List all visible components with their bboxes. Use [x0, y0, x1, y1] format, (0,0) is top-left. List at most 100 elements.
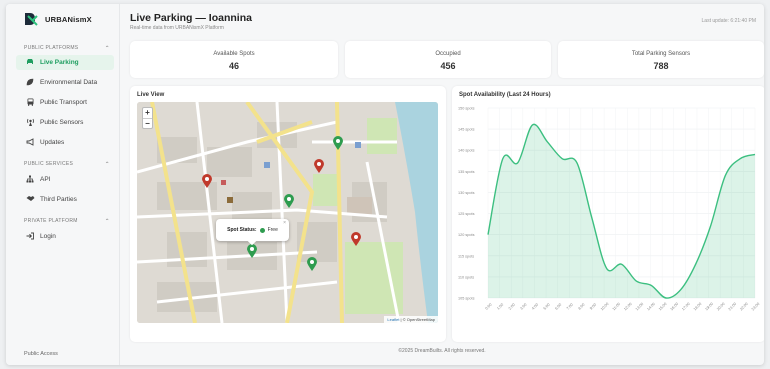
status-dot-icon [259, 227, 265, 233]
map-attribution: Leaflet | © OpenStreetMap [384, 316, 438, 323]
x-tick-label: 9:00 [589, 303, 597, 311]
x-tick-label: 3:00 [520, 303, 528, 311]
x-tick-label: 5:00 [543, 303, 551, 311]
sidebar-item-label: API [40, 176, 51, 183]
map-zoom-control: + − [142, 107, 153, 129]
sidebar-item-login[interactable]: Login [16, 229, 114, 244]
urbanismx-logo-icon [24, 12, 38, 26]
section-title: PUBLIC SERVICES [24, 161, 74, 167]
bus-icon [26, 98, 34, 108]
stat-card-total-sensors: Total Parking Sensors 788 [558, 41, 764, 78]
availability-chart: 150 spots 145 spots 140 spots 135 spots 130 … [458, 107, 761, 312]
y-tick-label: 105 spots [458, 297, 475, 301]
popup-close-button[interactable]: × [283, 220, 286, 226]
sidebar-item-label: Public Sensors [40, 119, 84, 126]
x-tick-label: 6:00 [554, 303, 562, 311]
y-tick-label: 115 spots [458, 254, 474, 258]
stat-card-occupied: Occupied 456 [345, 41, 551, 78]
x-tick-label: 4:00 [531, 303, 539, 311]
x-tick-label: 1:00 [496, 303, 504, 311]
sidebar-item-live-parking[interactable]: Live Parking [16, 55, 114, 70]
parking-marker-free[interactable] [247, 244, 257, 258]
x-tick-label: 20:00 [716, 302, 726, 312]
x-tick-label: 14:00 [646, 302, 656, 312]
y-tick-label: 120 spots [458, 233, 475, 237]
x-tick-label: 11:00 [612, 302, 621, 311]
section-title: PUBLIC PLATFORMS [24, 45, 79, 51]
osm-attribution: | © OpenStreetMap [399, 317, 435, 322]
page-title: Live Parking — Ioannina [130, 12, 252, 24]
parking-marker-occupied[interactable] [351, 232, 361, 246]
main-content: Live Parking — Ioannina Real-time data f… [120, 4, 764, 365]
x-tick-label: 23:00 [751, 302, 761, 312]
sidebar-item-label: Third Parties [40, 196, 77, 203]
sidebar-item-public-transport[interactable]: Public Transport [16, 95, 114, 110]
handshake-icon [26, 195, 35, 204]
stat-card-available: Available Spots 46 [130, 41, 338, 78]
y-tick-label: 140 spots [458, 149, 475, 153]
sitemap-icon [26, 175, 34, 185]
sidebar-item-public-sensors[interactable]: Public Sensors [16, 115, 114, 130]
chevron-up-icon: ⌃ [104, 219, 110, 225]
x-tick-label: 19:00 [704, 302, 714, 312]
x-tick-label: 22:00 [739, 302, 749, 312]
brand-logo[interactable]: URBANismX [24, 12, 92, 26]
app-window: URBANismX PUBLIC PLATFORMS ⌃ Live Parkin… [6, 4, 764, 365]
page-footer: ©2025 DreamBuilts. All rights reserved. [398, 348, 486, 354]
brand-name: URBANismX [45, 14, 92, 24]
sidebar-item-api[interactable]: API [16, 172, 114, 187]
parking-marker-free[interactable] [284, 194, 294, 208]
x-tick-label: 18:00 [693, 302, 703, 312]
leaf-icon [26, 78, 34, 88]
map-tiles [137, 102, 438, 323]
sidebar: URBANismX PUBLIC PLATFORMS ⌃ Live Parkin… [6, 4, 120, 365]
sidebar-item-environmental-data[interactable]: Environmental Data [16, 75, 114, 90]
popup-status-value: Free [267, 227, 278, 233]
x-tick-label: 10:00 [600, 302, 610, 312]
x-tick-label: 15:00 [658, 302, 668, 312]
x-tick-label: 7:00 [566, 303, 574, 311]
zoom-out-button[interactable]: − [143, 118, 152, 128]
last-update-timestamp: Last update: 6:21:40 PM [701, 18, 756, 24]
stat-value: 456 [440, 61, 456, 71]
sidebar-item-label: Updates [40, 139, 65, 146]
availability-chart-card: Spot Availability (Last 24 Hours) 150 sp… [452, 86, 764, 342]
x-tick-label: 13:00 [635, 302, 645, 312]
stat-value: 46 [228, 61, 239, 71]
sidebar-item-label: Public Transport [40, 99, 87, 106]
y-tick-label: 150 spots [458, 107, 475, 111]
section-public-services[interactable]: PUBLIC SERVICES ⌃ [24, 161, 110, 168]
access-level-label: Public Access [24, 351, 58, 357]
parking-marker-occupied[interactable] [202, 174, 212, 188]
login-icon [26, 232, 34, 242]
sidebar-item-label: Live Parking [40, 59, 79, 66]
stat-label: Total Parking Sensors [631, 51, 691, 57]
sidebar-item-third-parties[interactable]: Third Parties [16, 192, 114, 207]
x-tick-label: 8:00 [578, 303, 586, 311]
parking-map[interactable]: + − × Spot Status: Free Leaflet | © Open… [137, 102, 438, 323]
chevron-up-icon: ⌃ [104, 46, 110, 52]
y-tick-label: 135 spots [458, 170, 475, 174]
car-icon [26, 58, 34, 67]
x-tick-label: 21:00 [728, 302, 738, 312]
spot-status-popup: × Spot Status: Free [216, 219, 289, 246]
stat-label: Occupied [435, 51, 461, 57]
parking-marker-occupied[interactable] [314, 159, 324, 173]
y-tick-label: 125 spots [458, 212, 475, 216]
x-tick-label: 16:00 [670, 302, 680, 312]
parking-marker-free[interactable] [307, 257, 317, 271]
sidebar-item-label: Environmental Data [40, 79, 98, 86]
x-tick-label: 0:00 [485, 303, 493, 311]
section-public-platforms[interactable]: PUBLIC PLATFORMS ⌃ [24, 45, 110, 52]
page-subtitle: Real-time data from URBANismX Platform [130, 25, 224, 31]
section-private-platform[interactable]: PRIVATE PLATFORM ⌃ [24, 218, 110, 225]
sidebar-item-updates[interactable]: Updates [16, 135, 114, 150]
chevron-up-icon: ⌃ [104, 162, 110, 168]
megaphone-icon [26, 137, 34, 148]
x-tick-label: 2:00 [508, 303, 516, 311]
x-tick-label: 12:00 [623, 302, 633, 312]
parking-marker-free[interactable] [333, 136, 343, 150]
zoom-in-button[interactable]: + [143, 108, 152, 118]
leaflet-link[interactable]: Leaflet [387, 317, 399, 322]
card-title: Live View [137, 92, 165, 98]
